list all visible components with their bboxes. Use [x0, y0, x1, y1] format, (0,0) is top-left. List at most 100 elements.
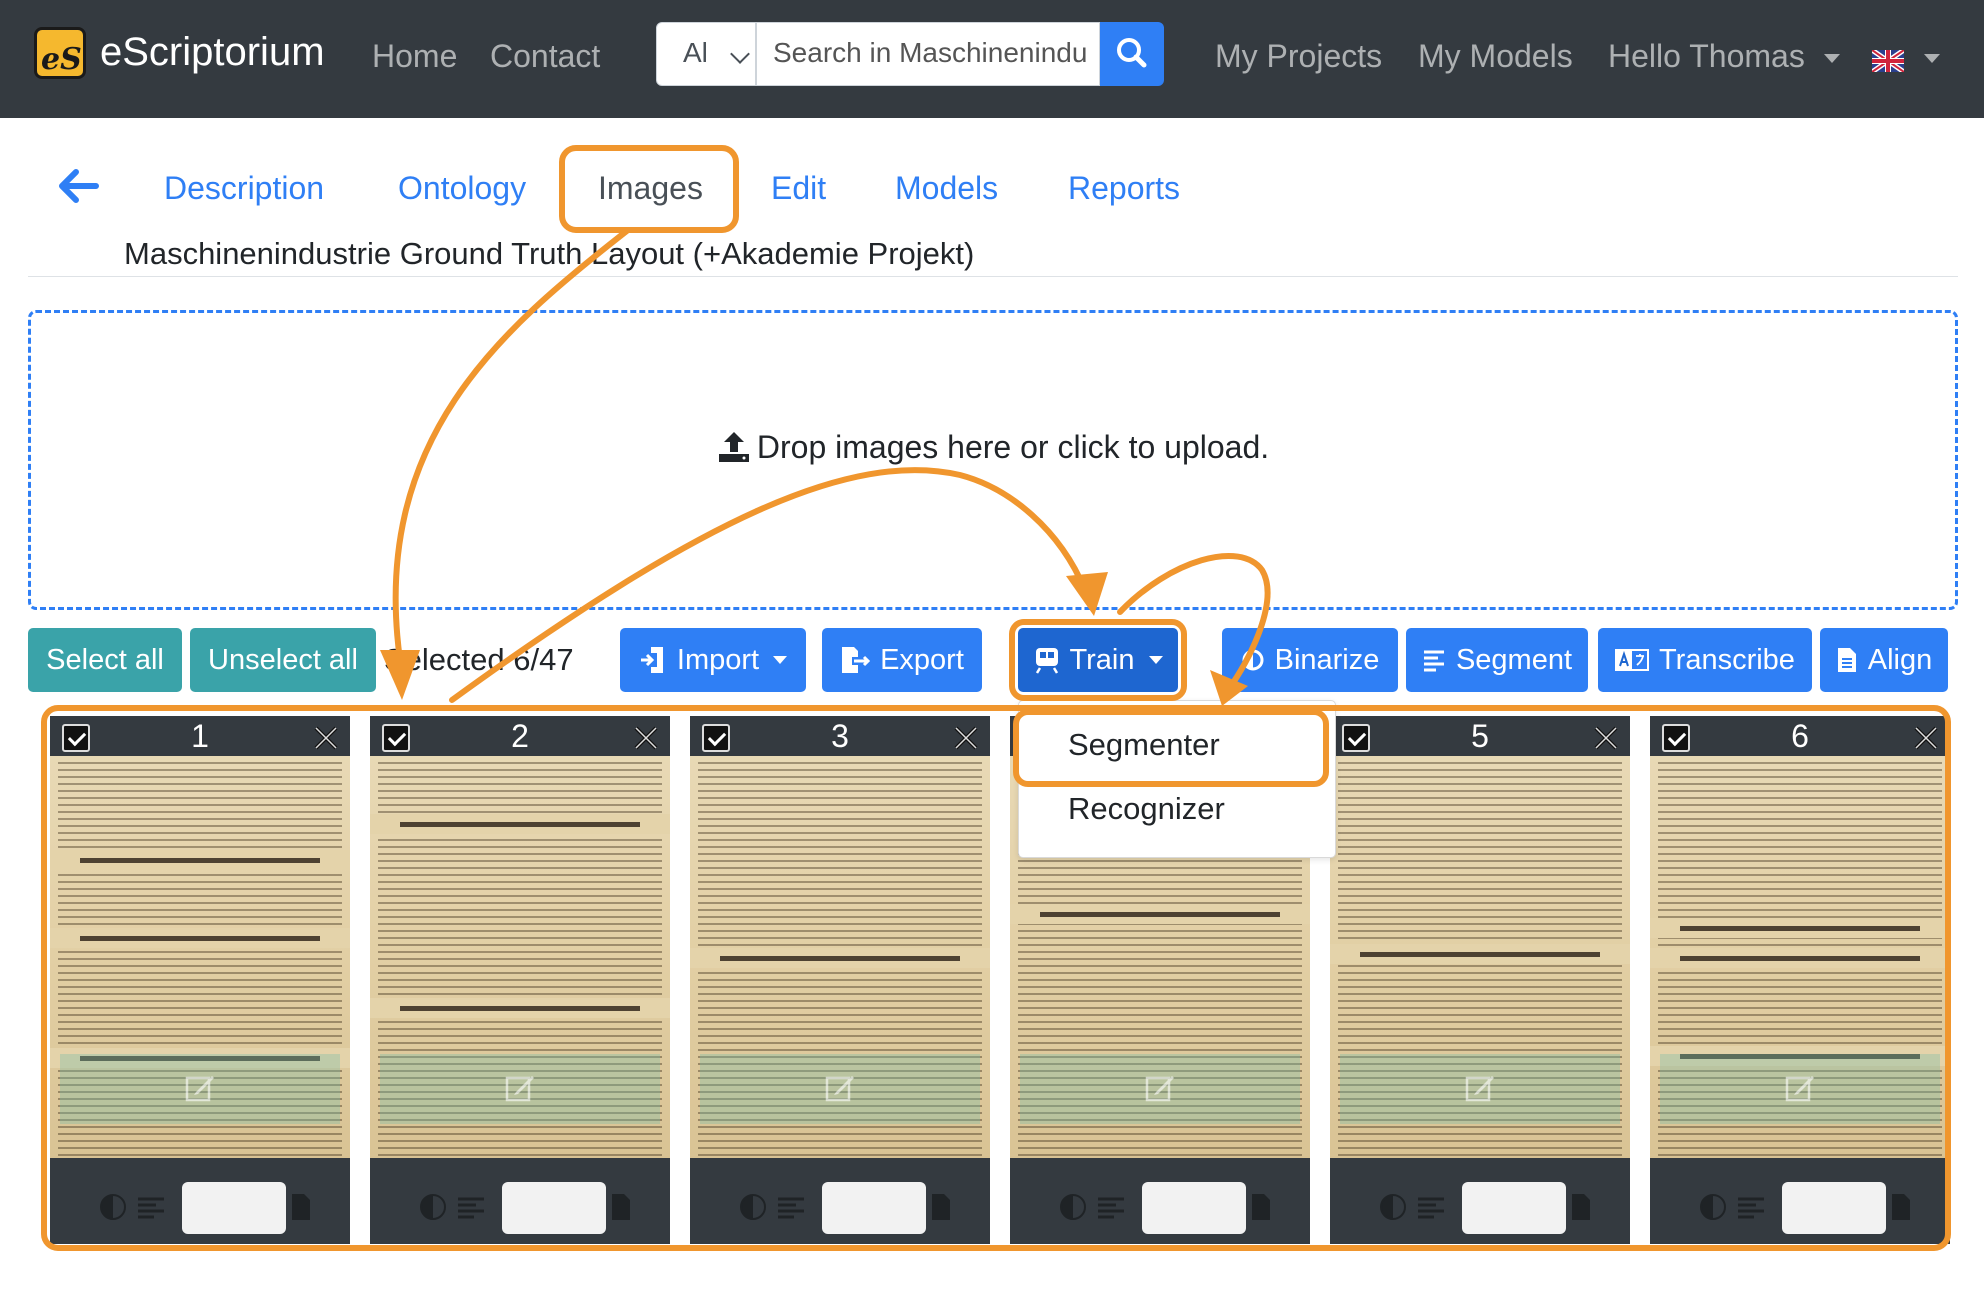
edit-icon[interactable] — [1144, 1072, 1176, 1104]
unselect-all-button[interactable]: Unselect all — [190, 628, 376, 692]
page-image[interactable] — [370, 756, 670, 1158]
transcription-status — [1782, 1182, 1886, 1234]
thumbnail-card[interactable]: 6 — [1650, 716, 1950, 1244]
arrow-left-icon[interactable] — [56, 166, 102, 206]
close-icon[interactable] — [312, 724, 340, 752]
transcribe-button[interactable]: Transcribe — [1598, 628, 1812, 692]
tab-description[interactable]: Description — [164, 170, 324, 207]
edit-icon[interactable] — [1464, 1072, 1496, 1104]
close-icon[interactable] — [632, 724, 660, 752]
export-button[interactable]: Export — [822, 628, 982, 692]
select-all-button[interactable]: Select all — [28, 628, 182, 692]
thumbnail-number: 1 — [191, 718, 209, 754]
selected-count: Selected 6/47 — [384, 642, 574, 677]
page-heading-line — [400, 822, 640, 827]
nav-home-link[interactable]: Home — [372, 38, 457, 75]
search-scope-select[interactable]: Al — [656, 22, 756, 86]
close-icon[interactable] — [1592, 724, 1620, 752]
upload-icon — [718, 432, 749, 462]
align-button[interactable]: Align — [1820, 628, 1948, 692]
language-caret-icon[interactable] — [1924, 54, 1940, 63]
thumbnail-card[interactable]: 5 — [1330, 716, 1630, 1244]
page-image[interactable] — [1650, 756, 1950, 1158]
tab-images[interactable]: Images — [598, 170, 703, 207]
menu-item-recognizer[interactable]: Recognizer — [1068, 791, 1225, 827]
search-button[interactable] — [1100, 22, 1164, 86]
tab-ontology[interactable]: Ontology — [398, 170, 526, 207]
nav-my-projects-link[interactable]: My Projects — [1215, 38, 1382, 75]
thumbnail-number: 6 — [1791, 718, 1809, 754]
edit-icon[interactable] — [824, 1072, 856, 1104]
dropzone-text: Drop images here or click to upload. — [756, 429, 1270, 465]
user-menu-caret-icon[interactable] — [1824, 54, 1840, 63]
binarize-status-icon — [420, 1194, 446, 1220]
uk-flag-icon[interactable] — [1872, 50, 1904, 72]
document-icon — [292, 1194, 310, 1220]
align-left-icon — [1423, 650, 1444, 672]
tab-edit[interactable]: Edit — [771, 170, 826, 207]
document-icon — [932, 1194, 950, 1220]
page-heading-line — [80, 936, 320, 941]
document-icon — [1252, 1194, 1270, 1220]
align-left-icon — [1098, 1197, 1124, 1219]
edit-icon[interactable] — [504, 1072, 536, 1104]
nav-my-models-link[interactable]: My Models — [1418, 38, 1573, 75]
page-heading-line — [1360, 952, 1600, 957]
binarize-status-icon — [1060, 1194, 1086, 1220]
transcription-status — [182, 1182, 286, 1234]
search-icon — [1117, 38, 1147, 68]
edit-icon[interactable] — [184, 1072, 216, 1104]
thumbnail-number: 2 — [511, 718, 529, 754]
import-icon — [640, 647, 663, 673]
thumbnail-number: 5 — [1471, 718, 1489, 754]
page-image[interactable] — [50, 756, 350, 1158]
page-image[interactable] — [1330, 756, 1630, 1158]
thumbnail-card[interactable]: 3 — [690, 716, 990, 1244]
export-icon — [842, 647, 871, 673]
page-heading-line — [1680, 956, 1920, 961]
align-left-icon — [1738, 1197, 1764, 1219]
search-bar: Al Search in Maschinenindu — [656, 22, 1164, 86]
import-button[interactable]: Import — [620, 628, 806, 692]
binarize-button[interactable]: Binarize — [1222, 628, 1398, 692]
thumbnail-number: 3 — [831, 718, 849, 754]
tab-models[interactable]: Models — [895, 170, 998, 207]
brand-name[interactable]: eScriptorium — [100, 30, 325, 75]
user-menu[interactable]: Hello Thomas — [1608, 38, 1805, 75]
thumbnail-card[interactable]: 2 — [370, 716, 670, 1244]
page-image[interactable] — [690, 756, 990, 1158]
binarize-status-icon — [1700, 1194, 1726, 1220]
transcription-status — [502, 1182, 606, 1234]
upload-dropzone[interactable]: Drop images here or click to upload. — [28, 310, 1958, 610]
segment-button[interactable]: Segment — [1406, 628, 1588, 692]
document-icon — [1837, 648, 1856, 672]
thumbnail-card[interactable]: 1 — [50, 716, 350, 1244]
train-icon — [1035, 648, 1058, 674]
page-heading-line — [1680, 926, 1920, 931]
half-circle-icon — [1242, 649, 1264, 671]
binarize-status-icon — [740, 1194, 766, 1220]
nav-contact-link[interactable]: Contact — [490, 38, 600, 75]
document-icon — [1892, 1194, 1910, 1220]
page-heading-line — [400, 1006, 640, 1011]
edit-icon[interactable] — [1784, 1072, 1816, 1104]
page-heading-line — [720, 956, 960, 961]
train-dropdown-menu: Segmenter Recognizer — [1018, 700, 1336, 858]
transcription-status — [1462, 1182, 1566, 1234]
transcription-status — [822, 1182, 926, 1234]
close-icon[interactable] — [1912, 724, 1940, 752]
tab-reports[interactable]: Reports — [1068, 170, 1180, 207]
escriptorium-logo[interactable]: eS — [34, 27, 86, 79]
align-left-icon — [138, 1197, 164, 1219]
language-icon — [1615, 649, 1650, 671]
document-icon — [612, 1194, 630, 1220]
top-navbar: eS eScriptorium Home Contact Al Search i… — [0, 0, 1984, 118]
align-left-icon — [778, 1197, 804, 1219]
search-input[interactable]: Search in Maschinenindu — [756, 22, 1100, 86]
page-heading-line — [80, 858, 320, 863]
transcription-status — [1142, 1182, 1246, 1234]
menu-item-segmenter[interactable]: Segmenter — [1068, 727, 1220, 763]
close-icon[interactable] — [952, 724, 980, 752]
train-button[interactable]: Train — [1018, 628, 1178, 692]
binarize-status-icon — [100, 1194, 126, 1220]
